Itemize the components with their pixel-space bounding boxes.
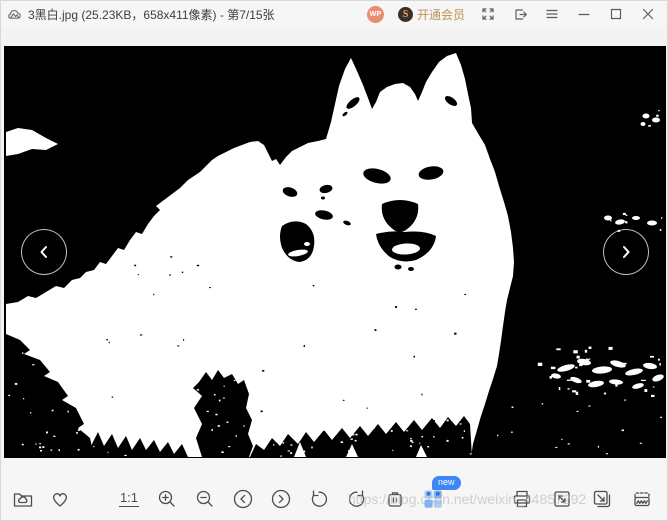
circle-chevron-left-icon <box>232 488 254 510</box>
app-logo-icon <box>7 6 23 22</box>
close-icon <box>641 7 655 21</box>
bottom-toolbar: https://blog.csdn.net/weixin_44857292 1:… <box>1 458 667 520</box>
folder-cloud-icon <box>12 488 34 510</box>
rotate-right-button[interactable] <box>345 487 369 511</box>
chevron-right-icon <box>617 243 635 261</box>
chevron-left-icon <box>35 243 53 261</box>
heart-icon <box>49 488 71 510</box>
open-vip-button[interactable]: S 开通会员 <box>398 6 465 23</box>
rotate-left-icon <box>308 488 330 510</box>
rotate-right-icon <box>346 488 368 510</box>
maximize-icon <box>609 7 623 21</box>
collage-button[interactable]: new <box>421 487 445 511</box>
export-button[interactable] <box>511 5 529 23</box>
minimize-icon <box>577 7 591 21</box>
circle-chevron-right-icon <box>270 488 292 510</box>
menu-icon <box>545 7 559 21</box>
titlebar: 3黑白.jpg (25.23KB，658x411像素) - 第7/15张 WP … <box>1 1 667 27</box>
collage-icon <box>422 488 444 510</box>
image-canvas <box>4 46 666 458</box>
actual-size-button[interactable]: 1:1 <box>117 487 141 511</box>
previous-image-button[interactable] <box>21 229 67 275</box>
window-title: 3黑白.jpg (25.23KB，658x411像素) - 第7/15张 <box>28 6 275 23</box>
export-icon <box>513 7 527 21</box>
new-badge: new <box>432 476 461 490</box>
trash-icon <box>384 488 406 510</box>
actual-size-label: 1:1 <box>119 491 139 507</box>
minimize-button[interactable] <box>575 5 593 23</box>
printer-icon <box>511 488 533 510</box>
image-viewer-window: 3黑白.jpg (25.23KB，658x411像素) - 第7/15张 WP … <box>0 0 668 521</box>
delete-button[interactable] <box>383 487 407 511</box>
fit-window-icon <box>551 488 573 510</box>
fullscreen-icon <box>481 7 495 21</box>
previous-button[interactable] <box>231 487 255 511</box>
vip-s-icon: S <box>398 7 413 22</box>
fullscreen-button[interactable] <box>479 5 497 23</box>
favorite-button[interactable] <box>48 487 72 511</box>
zoom-out-icon <box>194 488 216 510</box>
close-button[interactable] <box>639 5 657 23</box>
menu-button[interactable] <box>543 5 561 23</box>
edit-copy-button[interactable] <box>590 487 614 511</box>
next-image-button[interactable] <box>603 229 649 275</box>
fit-window-button[interactable] <box>550 487 574 511</box>
cutout-icon <box>631 488 653 510</box>
open-file-button[interactable] <box>11 487 35 511</box>
toolbar-gap <box>1 27 667 46</box>
edit-copy-icon <box>591 488 613 510</box>
maximize-button[interactable] <box>607 5 625 23</box>
cutout-button[interactable] <box>630 487 654 511</box>
zoom-in-button[interactable] <box>155 487 179 511</box>
rotate-left-button[interactable] <box>307 487 331 511</box>
vip-label: 开通会员 <box>417 6 465 23</box>
wp-badge[interactable]: WP <box>367 6 384 23</box>
binary-dog-image <box>6 46 664 458</box>
zoom-in-icon <box>156 488 178 510</box>
zoom-out-button[interactable] <box>193 487 217 511</box>
print-button[interactable] <box>510 487 534 511</box>
next-button[interactable] <box>269 487 293 511</box>
canvas-wrap <box>1 46 667 458</box>
